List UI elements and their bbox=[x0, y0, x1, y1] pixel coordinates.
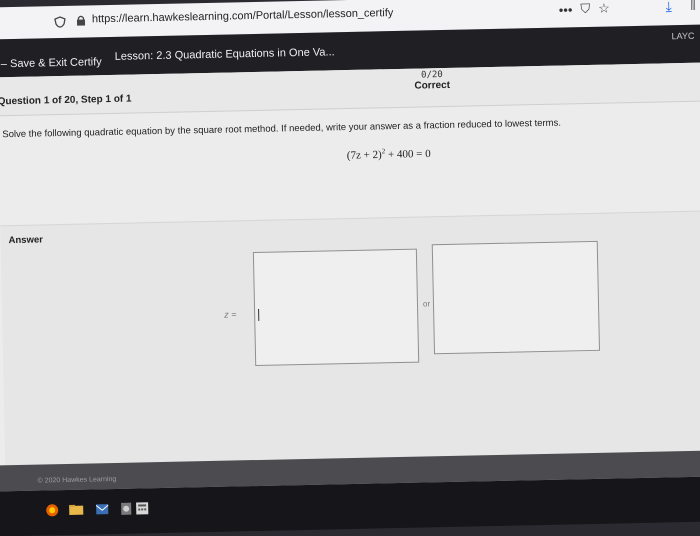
answer-label: Answer bbox=[8, 234, 44, 247]
star-icon[interactable]: ☆ bbox=[598, 1, 610, 17]
download-icon[interactable]: ⤓ bbox=[665, 0, 672, 15]
score-badge: 0/20 Correct bbox=[414, 70, 450, 92]
save-exit-label: Save & Exit Certify bbox=[9, 56, 102, 71]
equation-left: (7z + 2) bbox=[346, 148, 382, 162]
firefox-icon[interactable] bbox=[44, 503, 60, 517]
question-content: Question 1 of 20, Step 1 of 1 0/20 Corre… bbox=[0, 62, 700, 498]
screen: https://learn.hawkeslearning.com/Portal/… bbox=[0, 0, 700, 536]
score-status: Correct bbox=[414, 79, 451, 92]
calculator-icon[interactable] bbox=[134, 501, 150, 515]
shield-icon[interactable] bbox=[54, 16, 66, 28]
text-caret bbox=[258, 308, 260, 321]
question-instructions: Solve the following quadratic equation b… bbox=[2, 117, 562, 141]
folder-icon[interactable] bbox=[68, 503, 84, 517]
equation: (7z + 2)2 + 400 = 0 bbox=[347, 146, 431, 161]
pocket-icon[interactable]: ⛉ bbox=[580, 1, 590, 17]
answer-input-2[interactable] bbox=[431, 240, 601, 355]
variable-label: z = bbox=[224, 309, 237, 320]
library-icon[interactable]: ⫼ bbox=[690, 0, 696, 13]
equation-right: + 400 = 0 bbox=[385, 147, 431, 161]
mail-icon[interactable] bbox=[94, 502, 110, 516]
save-exit-button[interactable]: – Save & Exit Certify bbox=[1, 56, 102, 70]
copyright-text: © 2020 Hawkes Learning bbox=[37, 475, 117, 485]
question-step: Question 1 of 20, Step 1 of 1 bbox=[0, 93, 132, 108]
lock-icon[interactable] bbox=[76, 14, 86, 26]
or-separator: or bbox=[422, 299, 431, 309]
more-icon[interactable]: ••• bbox=[559, 2, 573, 17]
lesson-title: Lesson: 2.3 Quadratic Equations in One V… bbox=[114, 46, 335, 63]
url-text[interactable]: https://learn.hawkeslearning.com/Portal/… bbox=[92, 7, 394, 25]
app-icon[interactable] bbox=[118, 502, 134, 516]
layout-menu[interactable]: LAYC bbox=[671, 31, 694, 41]
answer-input-1[interactable] bbox=[252, 248, 420, 367]
